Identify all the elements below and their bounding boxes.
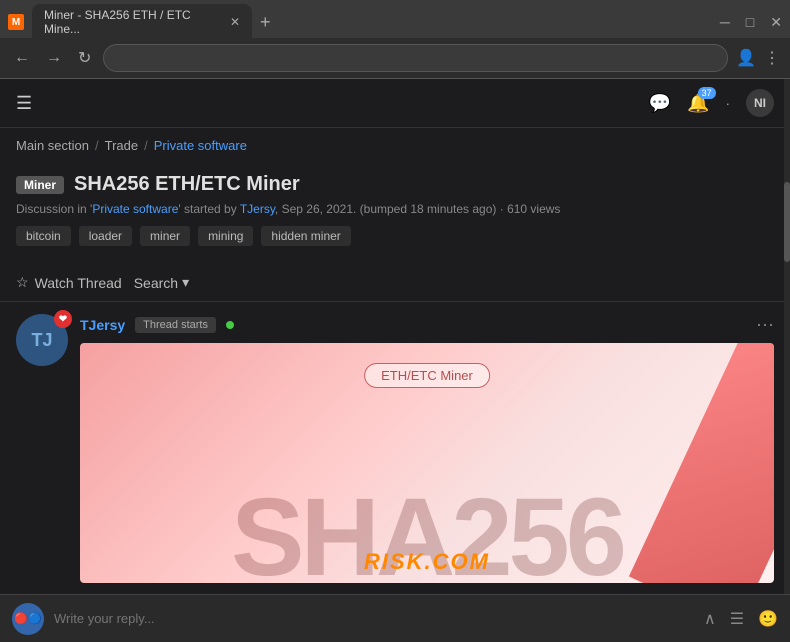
star-icon: ☆ bbox=[16, 274, 29, 291]
online-status-dot bbox=[226, 321, 234, 329]
tab-bar: M Miner - SHA256 ETH / ETC Mine... ✕ + ─… bbox=[0, 0, 790, 38]
back-button[interactable]: ← bbox=[10, 47, 34, 69]
settings-menu-icon[interactable]: ⋮ bbox=[764, 48, 780, 68]
watch-thread-button[interactable]: ☆ Watch Thread bbox=[16, 274, 122, 291]
list-icon[interactable]: ☰ bbox=[730, 609, 744, 629]
post-content: TJersy Thread starts ··· ETH/ETC Miner S… bbox=[80, 314, 774, 583]
browser-action-buttons: 👤 ⋮ bbox=[736, 48, 780, 68]
reply-input[interactable] bbox=[54, 611, 694, 626]
breadcrumb-sep2: / bbox=[144, 138, 148, 153]
emoji-icon[interactable]: 🙂 bbox=[758, 609, 778, 629]
post-header: TJersy Thread starts ··· bbox=[80, 314, 774, 335]
breadcrumb-main[interactable]: Main section bbox=[16, 138, 89, 153]
scrollbar[interactable] bbox=[784, 79, 790, 594]
reply-action-icons: ∧ ☰ 🙂 bbox=[704, 609, 778, 629]
new-tab-button[interactable]: + bbox=[260, 12, 271, 33]
post-author-avatar-wrap: TJ ❤ bbox=[16, 314, 68, 583]
hamburger-menu[interactable]: ☰ bbox=[16, 93, 32, 114]
address-input[interactable] bbox=[103, 44, 728, 72]
browser-icon: M bbox=[8, 14, 24, 30]
maximize-icon[interactable]: □ bbox=[746, 14, 754, 31]
user-avatar[interactable]: NI bbox=[746, 89, 774, 117]
chat-icon[interactable]: 💬 bbox=[649, 93, 671, 114]
thread-header: Miner SHA256 ETH/ETC Miner Discussion in… bbox=[0, 163, 790, 268]
thread-actions: ☆ Watch Thread Search ▾ bbox=[0, 268, 790, 302]
window-controls: ─ □ ✕ bbox=[720, 14, 782, 31]
thread-starts-badge: Thread starts bbox=[135, 317, 216, 333]
thread-tags: bitcoin loader miner mining hidden miner bbox=[16, 226, 774, 246]
breadcrumb-active[interactable]: Private software bbox=[154, 138, 247, 153]
forum-topnav: ☰ 💬 🔔 37 · NI bbox=[0, 79, 790, 128]
watermark-text: RISK.COM bbox=[364, 549, 490, 575]
dropdown-chevron-icon: ▾ bbox=[182, 274, 189, 291]
reply-avatar-dots: 🔴🔵 bbox=[14, 612, 41, 625]
scrollbar-thumb[interactable] bbox=[784, 182, 790, 262]
post-area: TJ ❤ TJersy Thread starts ··· ETH/ETC Mi… bbox=[0, 302, 790, 595]
thread-meta-user-link[interactable]: TJersy bbox=[240, 202, 275, 216]
thread-tag[interactable]: hidden miner bbox=[261, 226, 350, 246]
thread-meta-category-link[interactable]: Private software bbox=[92, 202, 178, 216]
active-tab[interactable]: Miner - SHA256 ETH / ETC Mine... ✕ bbox=[32, 4, 252, 40]
reply-bar: 🔴🔵 ∧ ☰ 🙂 bbox=[0, 594, 790, 642]
breadcrumb-sep1: / bbox=[95, 138, 99, 153]
avatar-heart-icon: ❤ bbox=[54, 310, 72, 328]
user-menu-icon[interactable]: 👤 bbox=[736, 48, 756, 68]
close-icon[interactable]: ✕ bbox=[770, 14, 782, 31]
scroll-up-icon[interactable]: ∧ bbox=[704, 609, 716, 629]
forward-button[interactable]: → bbox=[42, 47, 66, 69]
thread-type-badge: Miner bbox=[16, 176, 64, 194]
thread-tag[interactable]: bitcoin bbox=[16, 226, 71, 246]
browser-chrome: M Miner - SHA256 ETH / ETC Mine... ✕ + ─… bbox=[0, 0, 790, 79]
reply-user-avatar: 🔴🔵 bbox=[12, 603, 44, 635]
topnav-right: 💬 🔔 37 · NI bbox=[649, 89, 774, 117]
reload-button[interactable]: ↻ bbox=[74, 46, 95, 70]
notification-badge: 37 bbox=[698, 87, 716, 99]
search-thread-button[interactable]: Search ▾ bbox=[134, 274, 189, 291]
post-more-options-button[interactable]: ··· bbox=[756, 314, 774, 335]
notification-bell-wrap: 🔔 37 bbox=[687, 93, 709, 114]
breadcrumb: Main section / Trade / Private software bbox=[0, 128, 790, 163]
thread-tag[interactable]: miner bbox=[140, 226, 190, 246]
user-separator: · bbox=[726, 96, 730, 111]
post-banner-image: ETH/ETC Miner SHA256 RISK.COM bbox=[80, 343, 774, 583]
thread-title: SHA256 ETH/ETC Miner bbox=[74, 173, 300, 196]
tab-title: Miner - SHA256 ETH / ETC Mine... bbox=[44, 8, 220, 36]
thread-meta: Discussion in 'Private software' started… bbox=[16, 202, 774, 216]
tab-close-button[interactable]: ✕ bbox=[230, 15, 240, 29]
minimize-icon[interactable]: ─ bbox=[720, 14, 730, 31]
thread-tag[interactable]: mining bbox=[198, 226, 253, 246]
post-author-username[interactable]: TJersy bbox=[80, 317, 125, 333]
banner-label: ETH/ETC Miner bbox=[364, 363, 490, 388]
post-author-avatar[interactable]: TJ ❤ bbox=[16, 314, 68, 366]
forum-content: ☰ 💬 🔔 37 · NI Main section / Trade / Pri… bbox=[0, 79, 790, 642]
thread-title-row: Miner SHA256 ETH/ETC Miner bbox=[16, 173, 774, 196]
breadcrumb-trade[interactable]: Trade bbox=[105, 138, 138, 153]
thread-tag[interactable]: loader bbox=[79, 226, 132, 246]
address-bar: ← → ↻ 👤 ⋮ bbox=[0, 38, 790, 78]
